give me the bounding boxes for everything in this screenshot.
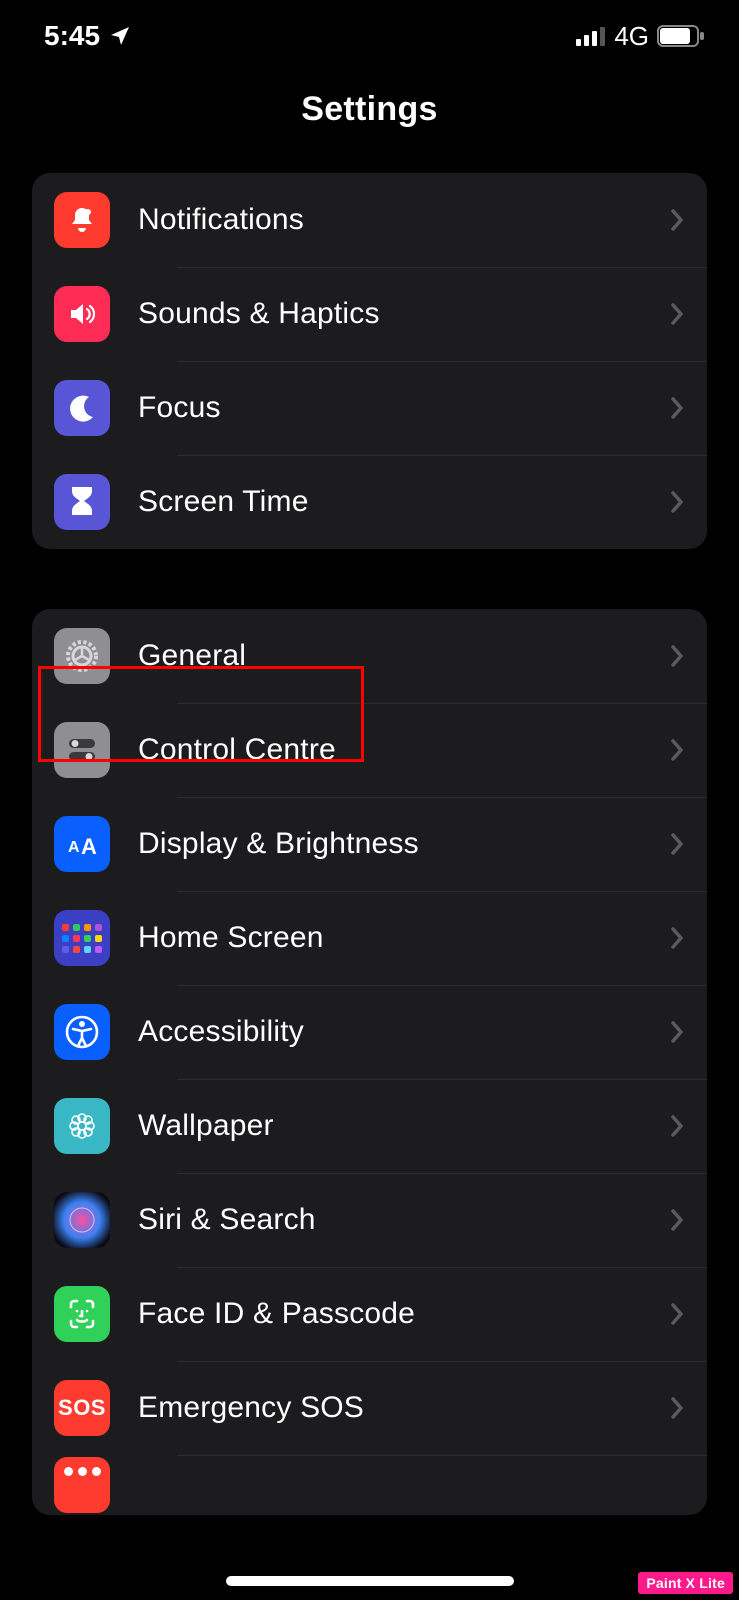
sos-icon: SOS (54, 1380, 110, 1436)
battery-icon (657, 25, 705, 47)
network-type-label: 4G (614, 21, 649, 52)
settings-row-display[interactable]: AA Display & Brightness (32, 797, 707, 891)
home-screen-icon (54, 910, 110, 966)
settings-row-faceid[interactable]: Face ID & Passcode (32, 1267, 707, 1361)
chevron-right-icon (669, 737, 685, 763)
chevron-right-icon (669, 925, 685, 951)
sos-icon-text: SOS (58, 1395, 106, 1421)
chevron-right-icon (669, 301, 685, 327)
content: Notifications Sounds & Haptics Focus Scr… (0, 173, 739, 1515)
svg-text:A: A (68, 839, 80, 856)
settings-row-controlcentre[interactable]: Control Centre (32, 703, 707, 797)
settings-row-general[interactable]: General (32, 609, 707, 703)
row-label: Accessibility (138, 1015, 669, 1049)
settings-row-accessibility[interactable]: Accessibility (32, 985, 707, 1079)
row-label: Wallpaper (138, 1109, 669, 1143)
exposure-icon (54, 1457, 110, 1513)
settings-row-homescreen[interactable]: Home Screen (32, 891, 707, 985)
header: Settings (0, 62, 739, 173)
chevron-right-icon (669, 643, 685, 669)
chevron-right-icon (669, 1395, 685, 1421)
siri-icon (54, 1192, 110, 1248)
chevron-right-icon (669, 1301, 685, 1327)
chevron-right-icon (669, 831, 685, 857)
settings-row-sounds[interactable]: Sounds & Haptics (32, 267, 707, 361)
row-label: Focus (138, 391, 669, 425)
page-title: Settings (0, 90, 739, 129)
chevron-right-icon (669, 1019, 685, 1045)
row-label: Emergency SOS (138, 1391, 669, 1425)
focus-icon (54, 380, 110, 436)
svg-text:A: A (81, 834, 97, 858)
row-label: Display & Brightness (138, 827, 669, 861)
row-label: Sounds & Haptics (138, 297, 669, 331)
control-centre-icon (54, 722, 110, 778)
settings-group-2: General Control Centre AA Display & Brig… (32, 609, 707, 1515)
general-icon (54, 628, 110, 684)
settings-row-wallpaper[interactable]: Wallpaper (32, 1079, 707, 1173)
faceid-icon (54, 1286, 110, 1342)
row-label: Face ID & Passcode (138, 1297, 669, 1331)
location-icon (108, 24, 132, 48)
row-label: Home Screen (138, 921, 669, 955)
settings-row-focus[interactable]: Focus (32, 361, 707, 455)
wallpaper-icon (54, 1098, 110, 1154)
chevron-right-icon (669, 489, 685, 515)
watermark-badge: Paint X Lite (638, 1572, 733, 1594)
sounds-icon (54, 286, 110, 342)
chevron-right-icon (669, 207, 685, 233)
settings-row-sos[interactable]: SOS Emergency SOS (32, 1361, 707, 1455)
status-bar: 5:45 4G (0, 0, 739, 62)
settings-row-notifications[interactable]: Notifications (32, 173, 707, 267)
row-label: General (138, 639, 669, 673)
status-time: 5:45 (44, 20, 100, 52)
row-label: Siri & Search (138, 1203, 669, 1237)
chevron-right-icon (669, 395, 685, 421)
chevron-right-icon (669, 1113, 685, 1139)
status-left: 5:45 (44, 20, 132, 52)
home-indicator[interactable] (226, 1576, 514, 1586)
display-brightness-icon: AA (54, 816, 110, 872)
screentime-icon (54, 474, 110, 530)
settings-row-siri[interactable]: Siri & Search (32, 1173, 707, 1267)
status-right: 4G (576, 21, 705, 52)
chevron-right-icon (669, 1207, 685, 1233)
accessibility-icon (54, 1004, 110, 1060)
row-label: Notifications (138, 203, 669, 237)
settings-row-exposure[interactable] (32, 1455, 707, 1515)
row-label: Control Centre (138, 733, 669, 767)
cellular-signal-icon (576, 26, 606, 46)
notifications-icon (54, 192, 110, 248)
settings-row-screentime[interactable]: Screen Time (32, 455, 707, 549)
row-label: Screen Time (138, 485, 669, 519)
settings-group-1: Notifications Sounds & Haptics Focus Scr… (32, 173, 707, 549)
